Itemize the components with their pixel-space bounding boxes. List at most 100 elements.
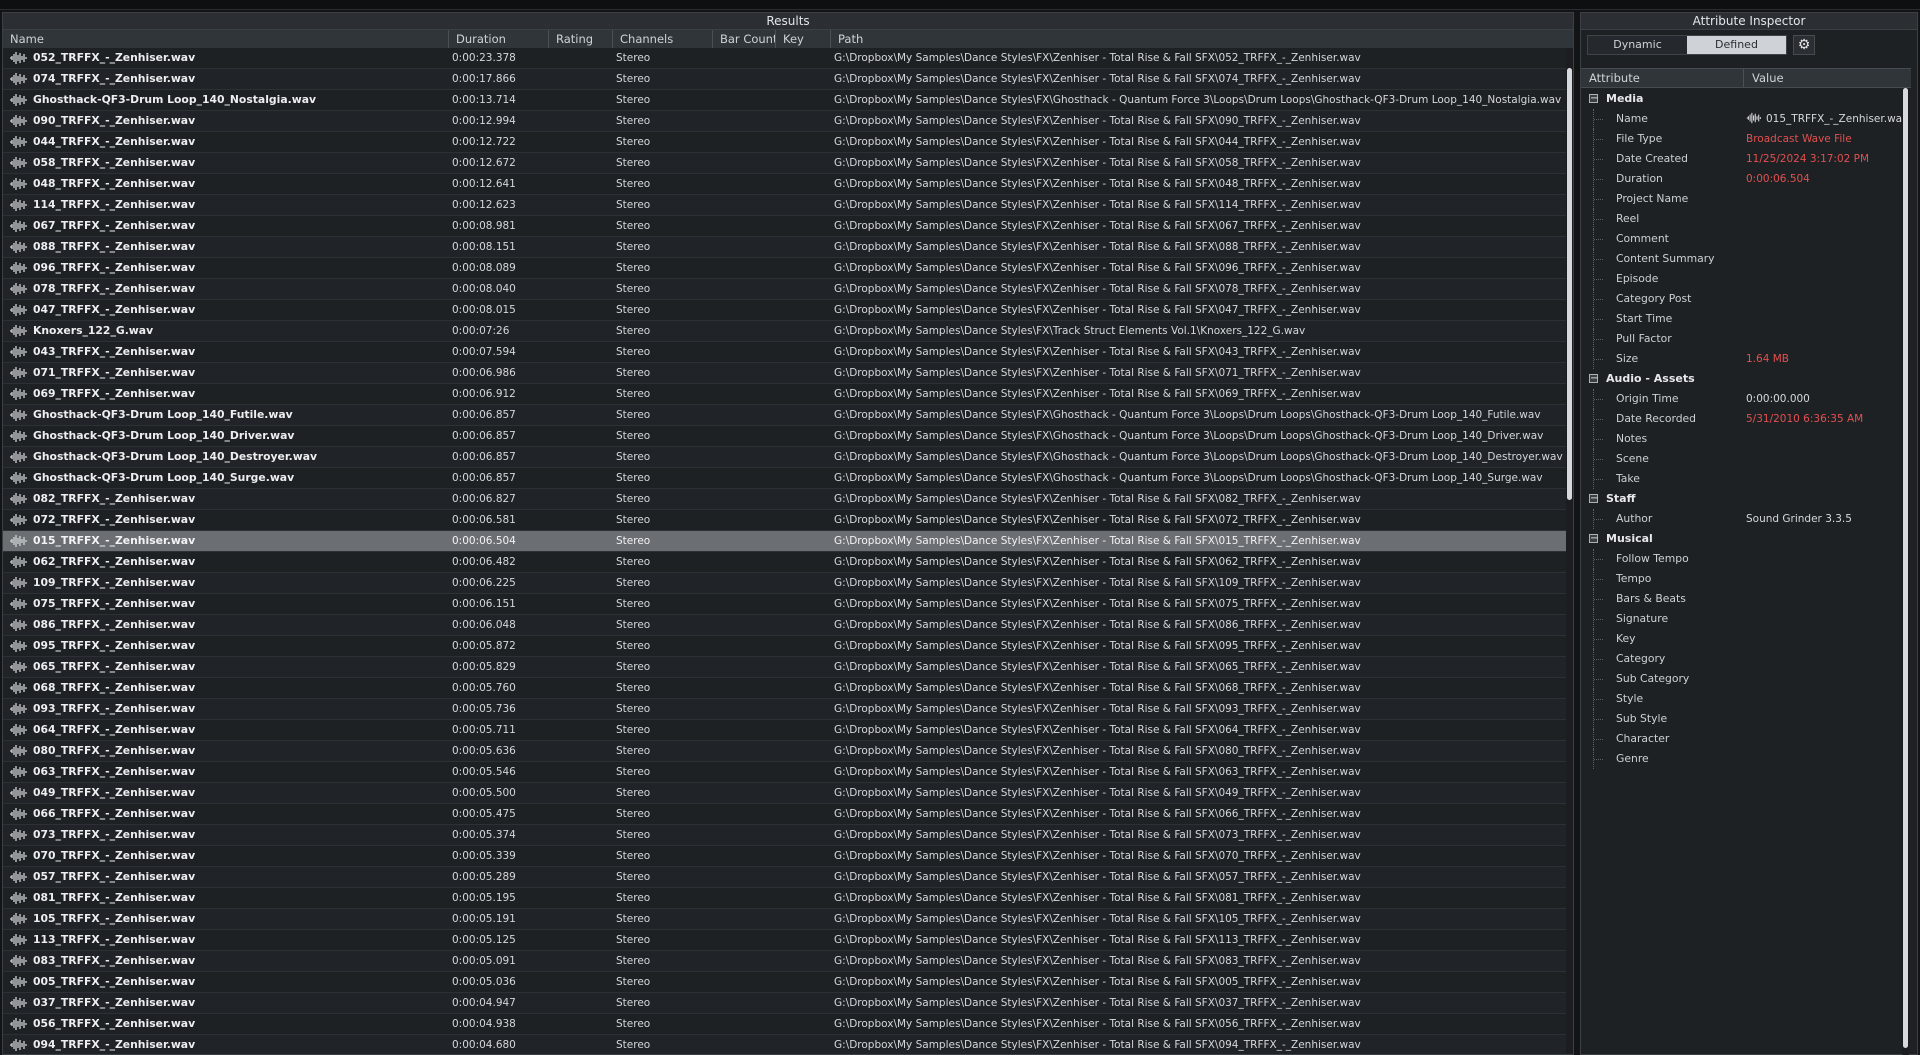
attribute-row[interactable]: Notes — [1581, 429, 1911, 449]
table-row[interactable]: 086_TRFFX_-_Zenhiser.wav 0:00:06.048 Stere… — [3, 615, 1567, 636]
table-row[interactable]: 074_TRFFX_-_Zenhiser.wav 0:00:17.866 Stere… — [3, 69, 1567, 90]
attribute-row[interactable]: Date Created 11/25/2024 3:17:02 PM — [1581, 149, 1911, 169]
table-row[interactable]: Ghosthack-QF3-Drum Loop_140_Surge.wav 0:0… — [3, 468, 1567, 489]
attribute-value[interactable]: 5/31/2010 6:36:35 AM — [1746, 409, 1911, 429]
column-header-attribute[interactable]: Attribute — [1581, 69, 1744, 87]
column-header-duration[interactable]: Duration — [449, 30, 549, 48]
table-row[interactable]: 065_TRFFX_-_Zenhiser.wav 0:00:05.829 Stere… — [3, 657, 1567, 678]
attribute-row[interactable]: Author Sound Grinder 3.3.5 — [1581, 509, 1911, 529]
table-row[interactable]: 073_TRFFX_-_Zenhiser.wav 0:00:05.374 Stere… — [3, 825, 1567, 846]
table-row[interactable]: 093_TRFFX_-_Zenhiser.wav 0:00:05.736 Stere… — [3, 699, 1567, 720]
results-scrollbar-thumb[interactable] — [1567, 68, 1572, 500]
attribute-value[interactable]: 11/25/2024 3:17:02 PM — [1746, 149, 1911, 169]
table-row[interactable]: 048_TRFFX_-_Zenhiser.wav 0:00:12.641 Stere… — [3, 174, 1567, 195]
column-header-channels[interactable]: Channels — [613, 30, 713, 48]
attribute-row[interactable]: Character — [1581, 729, 1911, 749]
attribute-row[interactable]: Episode — [1581, 269, 1911, 289]
attribute-row[interactable]: File Type Broadcast Wave File — [1581, 129, 1911, 149]
attribute-row[interactable]: Start Time — [1581, 309, 1911, 329]
table-row[interactable]: 095_TRFFX_-_Zenhiser.wav 0:00:05.872 Stere… — [3, 636, 1567, 657]
column-header-bar-count[interactable]: Bar Count — [713, 30, 776, 48]
table-row[interactable]: 037_TRFFX_-_Zenhiser.wav 0:00:04.947 Stere… — [3, 993, 1567, 1014]
attribute-value[interactable]: Broadcast Wave File — [1746, 129, 1911, 149]
attribute-row[interactable]: Project Name — [1581, 189, 1911, 209]
table-row[interactable]: 066_TRFFX_-_Zenhiser.wav 0:00:05.475 Stere… — [3, 804, 1567, 825]
table-row[interactable]: 088_TRFFX_-_Zenhiser.wav 0:00:08.151 Stere… — [3, 237, 1567, 258]
table-row[interactable]: 081_TRFFX_-_Zenhiser.wav 0:00:05.195 Stere… — [3, 888, 1567, 909]
table-row[interactable]: 090_TRFFX_-_Zenhiser.wav 0:00:12.994 Stere… — [3, 111, 1567, 132]
inspector-scrollbar[interactable] — [1902, 88, 1909, 1055]
attribute-value[interactable]: 015_TRFFX_-_Zenhiser.wav — [1746, 109, 1911, 129]
attribute-value[interactable]: 0:00:06.504 — [1746, 169, 1911, 189]
table-row[interactable]: 105_TRFFX_-_Zenhiser.wav 0:00:05.191 Stere… — [3, 909, 1567, 930]
table-row[interactable]: 082_TRFFX_-_Zenhiser.wav 0:00:06.827 Stere… — [3, 489, 1567, 510]
table-row[interactable]: 083_TRFFX_-_Zenhiser.wav 0:00:05.091 Stere… — [3, 951, 1567, 972]
attribute-row[interactable]: Style — [1581, 689, 1911, 709]
table-row[interactable]: 094_TRFFX_-_Zenhiser.wav 0:00:04.680 Stere… — [3, 1035, 1567, 1054]
attribute-value[interactable]: 1.64 MB — [1746, 349, 1911, 369]
table-row[interactable]: 049_TRFFX_-_Zenhiser.wav 0:00:05.500 Stere… — [3, 783, 1567, 804]
attribute-row[interactable]: Origin Time 0:00:00.000 — [1581, 389, 1911, 409]
attribute-group[interactable]: − Media — [1581, 89, 1911, 109]
table-row[interactable]: Ghosthack-QF3-Drum Loop_140_Futile.wav 0:… — [3, 405, 1567, 426]
table-row[interactable]: 056_TRFFX_-_Zenhiser.wav 0:00:04.938 Stere… — [3, 1014, 1567, 1035]
attribute-value[interactable]: 0:00:00.000 — [1746, 389, 1911, 409]
attribute-row[interactable]: Name 015_TRFFX_-_Zenhiser.wav — [1581, 109, 1911, 129]
inspector-scrollbar-thumb[interactable] — [1903, 88, 1908, 1048]
collapse-icon[interactable]: − — [1589, 94, 1598, 104]
table-row[interactable]: Ghosthack-QF3-Drum Loop_140_Nostalgia.wa… — [3, 90, 1567, 111]
attribute-row[interactable]: Signature — [1581, 609, 1911, 629]
table-row[interactable]: 052_TRFFX_-_Zenhiser.wav 0:00:23.378 Stere… — [3, 48, 1567, 69]
collapse-icon[interactable]: − — [1589, 534, 1598, 544]
table-row[interactable]: 109_TRFFX_-_Zenhiser.wav 0:00:06.225 Stere… — [3, 573, 1567, 594]
table-row[interactable]: 043_TRFFX_-_Zenhiser.wav 0:00:07.594 Stere… — [3, 342, 1567, 363]
table-row[interactable]: Ghosthack-QF3-Drum Loop_140_Driver.wav 0:… — [3, 426, 1567, 447]
attribute-row[interactable]: Scene — [1581, 449, 1911, 469]
attribute-row[interactable]: Bars & Beats — [1581, 589, 1911, 609]
attribute-row[interactable]: Take — [1581, 469, 1911, 489]
table-row[interactable]: 057_TRFFX_-_Zenhiser.wav 0:00:05.289 Stere… — [3, 867, 1567, 888]
table-row[interactable]: 058_TRFFX_-_Zenhiser.wav 0:00:12.672 Stere… — [3, 153, 1567, 174]
table-row[interactable]: 069_TRFFX_-_Zenhiser.wav 0:00:06.912 Stere… — [3, 384, 1567, 405]
attribute-row[interactable]: Key — [1581, 629, 1911, 649]
table-row[interactable]: 064_TRFFX_-_Zenhiser.wav 0:00:05.711 Stere… — [3, 720, 1567, 741]
table-row[interactable]: 113_TRFFX_-_Zenhiser.wav 0:00:05.125 Stere… — [3, 930, 1567, 951]
table-row[interactable]: 080_TRFFX_-_Zenhiser.wav 0:00:05.636 Stere… — [3, 741, 1567, 762]
table-row[interactable]: 044_TRFFX_-_Zenhiser.wav 0:00:12.722 Stere… — [3, 132, 1567, 153]
collapse-icon[interactable]: − — [1589, 494, 1598, 504]
column-header-rating[interactable]: Rating — [549, 30, 613, 48]
attribute-row[interactable]: Content Summary — [1581, 249, 1911, 269]
tab-dynamic[interactable]: Dynamic — [1588, 36, 1687, 54]
attribute-group[interactable]: − Musical — [1581, 529, 1911, 549]
table-row[interactable]: Knoxers_122_G.wav 0:00:07:26 Stereo G:\Drop… — [3, 321, 1567, 342]
attribute-row[interactable]: Pull Factor — [1581, 329, 1911, 349]
table-row[interactable]: 071_TRFFX_-_Zenhiser.wav 0:00:06.986 Stere… — [3, 363, 1567, 384]
attribute-row[interactable]: Date Recorded 5/31/2010 6:36:35 AM — [1581, 409, 1911, 429]
attribute-row[interactable]: Comment — [1581, 229, 1911, 249]
tab-defined[interactable]: Defined — [1687, 36, 1786, 54]
attribute-row[interactable]: Size 1.64 MB — [1581, 349, 1911, 369]
attribute-row[interactable]: Genre — [1581, 749, 1911, 769]
table-row[interactable]: 072_TRFFX_-_Zenhiser.wav 0:00:06.581 Stere… — [3, 510, 1567, 531]
column-header-name[interactable]: Name — [3, 30, 449, 48]
table-row[interactable]: 078_TRFFX_-_Zenhiser.wav 0:00:08.040 Stere… — [3, 279, 1567, 300]
attribute-row[interactable]: Reel — [1581, 209, 1911, 229]
attribute-row[interactable]: Duration 0:00:06.504 — [1581, 169, 1911, 189]
attribute-group[interactable]: − Audio - Assets — [1581, 369, 1911, 389]
settings-button[interactable]: ⚙ — [1793, 35, 1815, 55]
table-row[interactable]: 062_TRFFX_-_Zenhiser.wav 0:00:06.482 Stere… — [3, 552, 1567, 573]
table-row[interactable]: 096_TRFFX_-_Zenhiser.wav 0:00:08.089 Stere… — [3, 258, 1567, 279]
attribute-row[interactable]: Category — [1581, 649, 1911, 669]
attribute-row[interactable]: Sub Category — [1581, 669, 1911, 689]
table-row[interactable]: 063_TRFFX_-_Zenhiser.wav 0:00:05.546 Stere… — [3, 762, 1567, 783]
attribute-value[interactable]: Sound Grinder 3.3.5 — [1746, 509, 1911, 529]
table-row[interactable]: 067_TRFFX_-_Zenhiser.wav 0:00:08.981 Stere… — [3, 216, 1567, 237]
table-row[interactable]: 114_TRFFX_-_Zenhiser.wav 0:00:12.623 Stere… — [3, 195, 1567, 216]
collapse-icon[interactable]: − — [1589, 374, 1598, 384]
table-row[interactable]: 075_TRFFX_-_Zenhiser.wav 0:00:06.151 Stere… — [3, 594, 1567, 615]
column-header-key[interactable]: Key — [776, 30, 831, 48]
table-row[interactable]: 015_TRFFX_-_Zenhiser.wav 0:00:06.504 Stere… — [3, 531, 1567, 552]
attribute-row[interactable]: Category Post — [1581, 289, 1911, 309]
table-row[interactable]: 068_TRFFX_-_Zenhiser.wav 0:00:05.760 Stere… — [3, 678, 1567, 699]
results-scrollbar[interactable] — [1566, 48, 1573, 1053]
